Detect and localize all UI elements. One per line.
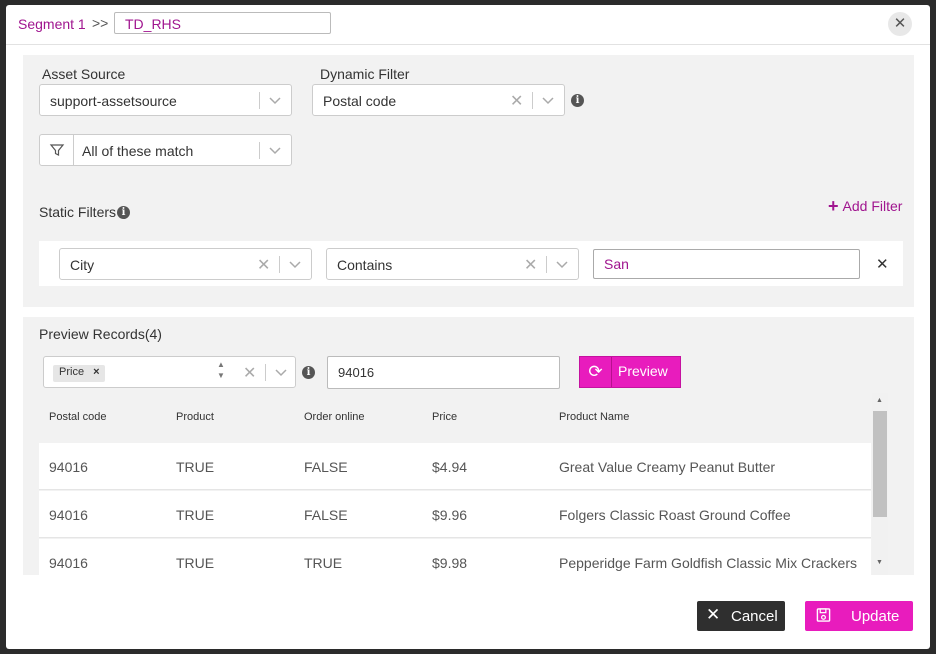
table-cell: 94016 — [49, 459, 88, 475]
info-icon[interactable]: i — [571, 94, 584, 107]
table-cell: TRUE — [176, 555, 215, 571]
select-separator — [265, 364, 266, 381]
update-button[interactable]: Update — [805, 601, 913, 631]
clear-icon[interactable]: ✕ — [243, 363, 256, 383]
table-cell: FALSE — [304, 459, 348, 475]
stepper-icon[interactable]: ▲ ▼ — [217, 359, 225, 381]
select-separator — [546, 256, 547, 273]
filter-operator-select[interactable]: Contains ✕ — [326, 248, 579, 280]
table-row[interactable]: 94016 TRUE FALSE $4.94 Great Value Cream… — [39, 443, 871, 490]
breadcrumb-separator: >> — [92, 15, 109, 31]
plus-icon: + — [828, 196, 839, 216]
scroll-down-icon[interactable]: ▼ — [876, 559, 883, 566]
table-cell: FALSE — [304, 507, 348, 523]
add-filter-button[interactable]: + Add Filter — [828, 195, 902, 216]
segment-name-input[interactable]: TD_RHS — [114, 12, 331, 34]
chevron-down-icon — [275, 369, 287, 377]
table-cell: Folgers Classic Roast Ground Coffee — [559, 507, 791, 523]
save-icon — [816, 608, 831, 622]
filter-funnel-icon — [49, 144, 65, 156]
scroll-up-icon[interactable]: ▲ — [876, 397, 883, 404]
select-separator — [73, 135, 74, 165]
table-cell: TRUE — [176, 507, 215, 523]
filter-field-select[interactable]: City ✕ — [59, 248, 312, 280]
table-cell: $4.94 — [432, 459, 468, 475]
close-button[interactable]: ✕ — [888, 12, 912, 36]
table-cell: Great Value Creamy Peanut Butter — [559, 459, 776, 475]
table-cell: $9.96 — [432, 507, 468, 523]
column-header[interactable]: Postal code — [49, 411, 106, 423]
remove-filter-icon[interactable]: ✕ — [876, 255, 889, 273]
filter-operator-value: Contains — [337, 257, 393, 273]
price-chip: Price × — [53, 365, 105, 382]
add-filter-label: Add Filter — [842, 198, 903, 214]
static-filter-row: City ✕ Contains ✕ San ✕ — [39, 241, 903, 286]
clear-icon[interactable]: ✕ — [510, 91, 523, 111]
static-filters-label: Static Filters — [39, 204, 117, 220]
chip-label: Price — [59, 366, 85, 378]
column-header[interactable]: Product Name — [559, 411, 629, 423]
segment-dialog: Segment 1 >> TD_RHS ✕ Asset Source suppo… — [6, 5, 930, 649]
match-select[interactable]: All of these match — [39, 134, 292, 166]
chevron-down-icon — [289, 261, 301, 269]
dialog-header: Segment 1 >> TD_RHS ✕ — [6, 5, 930, 45]
filter-value-input[interactable]: San — [593, 249, 860, 279]
info-icon[interactable]: i — [117, 206, 130, 219]
match-select-value: All of these match — [82, 143, 194, 159]
info-icon[interactable]: i — [302, 366, 315, 379]
column-header[interactable]: Order online — [304, 411, 365, 423]
chevron-down-icon — [542, 97, 554, 105]
cancel-button-label: Cancel — [731, 608, 778, 625]
preview-button[interactable]: ⟳ Preview — [579, 356, 681, 388]
preview-button-label: Preview — [618, 363, 668, 379]
segment-label[interactable]: Segment 1 — [18, 16, 86, 32]
preview-records-title: Preview Records(4) — [39, 326, 162, 342]
dynamic-filter-label: Dynamic Filter — [320, 66, 410, 82]
asset-source-label: Asset Source — [42, 66, 126, 82]
table-row[interactable]: 94016 TRUE FALSE $9.96 Folgers Classic R… — [39, 491, 871, 538]
update-button-label: Update — [851, 608, 900, 625]
preview-value-input[interactable]: 94016 — [327, 356, 560, 389]
filters-panel: Asset Source support-assetsource Dynamic… — [23, 55, 914, 307]
scrollbar-thumb[interactable] — [873, 411, 887, 517]
table-cell: 94016 — [49, 507, 88, 523]
preview-field-select[interactable]: Price × ▲ ▼ ✕ — [43, 356, 296, 388]
filter-field-value: City — [70, 257, 95, 273]
chevron-down-icon — [269, 147, 281, 155]
dynamic-filter-select[interactable]: Postal code ✕ — [312, 84, 565, 116]
table-scrollbar[interactable]: ▲ ▼ — [872, 393, 888, 575]
preview-panel: Preview Records(4) Price × ▲ ▼ ✕ i 94016 ⟳… — [23, 317, 914, 575]
dynamic-filter-value: Postal code — [323, 93, 397, 109]
chevron-down-icon — [556, 261, 568, 269]
select-separator — [532, 92, 533, 109]
column-header[interactable]: Price — [432, 411, 457, 423]
table-cell: 94016 — [49, 555, 88, 571]
select-separator — [279, 256, 280, 273]
asset-source-select[interactable]: support-assetsource — [39, 84, 292, 116]
clear-icon[interactable]: ✕ — [524, 255, 537, 275]
chip-remove-icon[interactable]: × — [93, 366, 99, 378]
close-icon: ✕ — [706, 605, 721, 624]
preview-table: Postal code Product Order online Price P… — [39, 393, 871, 575]
refresh-icon: ⟳ — [580, 357, 612, 387]
table-cell: $9.98 — [432, 555, 468, 571]
select-separator — [259, 92, 260, 109]
close-icon: ✕ — [893, 15, 907, 32]
asset-source-value: support-assetsource — [50, 93, 177, 109]
cancel-button[interactable]: ✕ Cancel — [697, 601, 785, 631]
table-cell: Pepperidge Farm Goldfish Classic Mix Cra… — [559, 555, 857, 571]
clear-icon[interactable]: ✕ — [257, 255, 270, 275]
table-header: Postal code Product Order online Price P… — [39, 393, 871, 443]
table-cell: TRUE — [304, 555, 343, 571]
select-separator — [259, 142, 260, 159]
table-row[interactable]: 94016 TRUE TRUE $9.98 Pepperidge Farm Go… — [39, 539, 871, 575]
chevron-down-icon — [269, 97, 281, 105]
table-cell: TRUE — [176, 459, 215, 475]
column-header[interactable]: Product — [176, 411, 214, 423]
